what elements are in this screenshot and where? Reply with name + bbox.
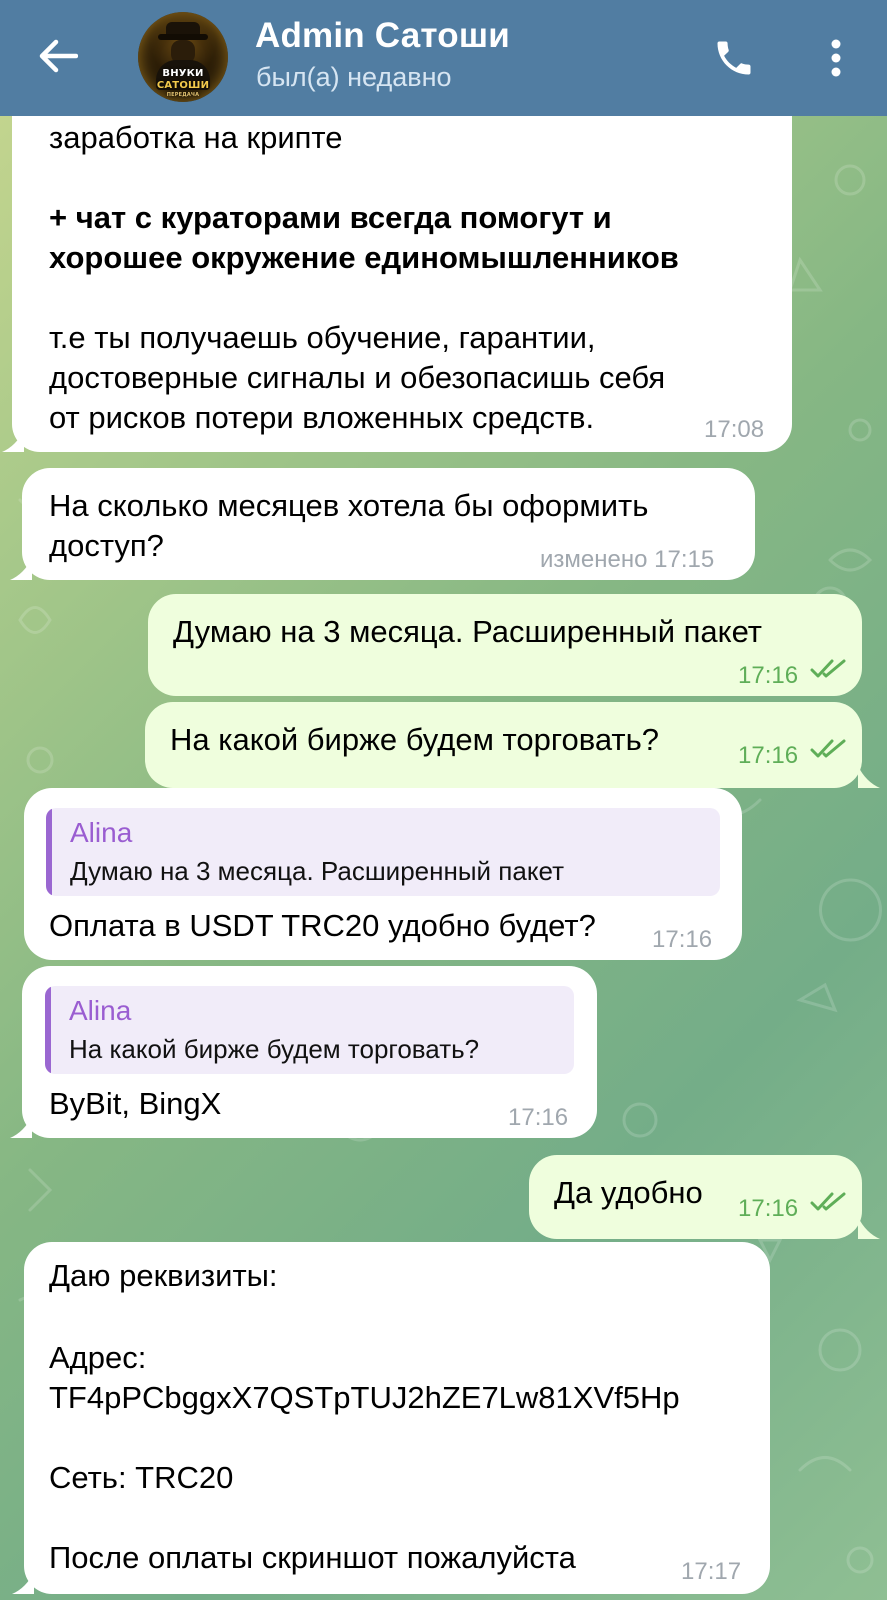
- read-receipt-icon: [810, 739, 846, 758]
- message-line: т.е ты получаешь обучение, гарантии,: [49, 320, 596, 355]
- message-line: После оплаты скриншот пожалуйста: [49, 1540, 576, 1575]
- message-time: 17:08: [704, 416, 765, 443]
- message-time: 17:16: [652, 926, 713, 953]
- more-vertical-icon: [831, 39, 841, 77]
- arrow-left-icon: [39, 39, 78, 73]
- bubble-tail: [10, 1116, 32, 1138]
- reply-quote: На какой бирже будем торговать?: [69, 1034, 480, 1064]
- chat-status: был(а) недавно: [256, 62, 452, 92]
- reply-preview[interactable]: Alina На какой бирже будем торговать?: [45, 986, 574, 1074]
- message-line: + чат с кураторами всегда помогут и: [49, 200, 612, 235]
- reply-preview[interactable]: Alina Думаю на 3 месяца. Расширенный пак…: [46, 808, 720, 896]
- message-line: Сеть: TRC20: [49, 1460, 234, 1495]
- message-time: 17:16: [738, 662, 799, 689]
- phone-icon: [717, 41, 751, 75]
- message-line: На какой бирже будем торговать?: [170, 722, 659, 757]
- message-line: На сколько месяцев хотела бы оформить: [49, 488, 649, 523]
- message-line: Адрес:: [49, 1340, 147, 1375]
- back-button[interactable]: [30, 28, 86, 84]
- message-bubble-incoming[interactable]: Alina Думаю на 3 месяца. Расширенный пак…: [24, 788, 742, 960]
- message-line: Даю реквизиты:: [49, 1258, 278, 1293]
- reply-accent-bar: [45, 986, 51, 1074]
- message-bubble-incoming[interactable]: Alina На какой бирже будем торговать? By…: [22, 966, 597, 1138]
- message-time: 17:16: [508, 1104, 569, 1131]
- message-time: 17:17: [681, 1558, 742, 1585]
- message-line: Думаю на 3 месяца. Расширенный пакет: [173, 614, 762, 649]
- message-line: Да удобно: [554, 1175, 703, 1210]
- message-line: заработка на крипте: [49, 120, 343, 155]
- read-receipt-icon: [810, 659, 846, 678]
- wallet-address[interactable]: TF4pPCbggxX7QSTpTUJ2hZE7Lw81XVf5Hp: [49, 1378, 680, 1418]
- message-line: Оплата в USDT TRC20 удобно будет?: [49, 908, 596, 943]
- reply-author: Alina: [70, 817, 133, 848]
- bubble-tail: [858, 1217, 880, 1239]
- bubble-tail: [12, 1572, 34, 1594]
- avatar[interactable]: ВНУКИ САТОШИ ПЕРЕДАЧА: [138, 12, 228, 102]
- reply-quote: Думаю на 3 месяца. Расширенный пакет: [70, 856, 564, 886]
- avatar-logo-line-1: ВНУКИ: [162, 68, 204, 79]
- read-receipt-icon: [810, 1192, 846, 1211]
- message-bubble-incoming[interactable]: Даю реквизиты: Адрес: TF4pPCbggxX7QSTpTU…: [24, 1242, 770, 1594]
- message-bubble-incoming[interactable]: На сколько месяцев хотела бы оформить до…: [22, 468, 755, 580]
- chat-title[interactable]: Admin Сатоши: [255, 16, 510, 56]
- bubble-tail: [2, 430, 24, 452]
- message-line: хорошее окружение единомышленников: [49, 240, 679, 275]
- avatar-logo-line-2: САТОШИ: [156, 80, 210, 91]
- message-time-edited: изменено 17:15: [540, 546, 715, 573]
- bubble-tail: [858, 766, 880, 788]
- message-line: от рисков потери вложенных средств.: [49, 400, 595, 435]
- call-button[interactable]: [706, 30, 762, 86]
- bubble-tail: [10, 558, 32, 580]
- more-options-button[interactable]: [812, 30, 860, 86]
- chat-header: ВНУКИ САТОШИ ПЕРЕДАЧА Admin Сатоши был(а…: [0, 0, 887, 116]
- message-line: доступ?: [49, 528, 164, 563]
- message-time: 17:16: [738, 742, 799, 769]
- message-line: ByBit, BingX: [49, 1086, 222, 1121]
- avatar-logo-line-3: ПЕРЕДАЧА: [166, 92, 200, 98]
- message-bubble-outgoing[interactable]: Думаю на 3 месяца. Расширенный пакет 17:…: [148, 594, 862, 696]
- message-bubble-outgoing[interactable]: На какой бирже будем торговать? 17:16: [145, 702, 862, 788]
- message-line: достоверные сигналы и обезопасишь себя: [49, 360, 666, 395]
- reply-author: Alina: [69, 995, 132, 1026]
- message-time: 17:16: [738, 1195, 799, 1222]
- message-bubble-outgoing[interactable]: Да удобно 17:16: [529, 1155, 862, 1239]
- message-bubble-incoming[interactable]: заработка на крипте + чат с кураторами в…: [12, 96, 792, 452]
- reply-accent-bar: [46, 808, 52, 896]
